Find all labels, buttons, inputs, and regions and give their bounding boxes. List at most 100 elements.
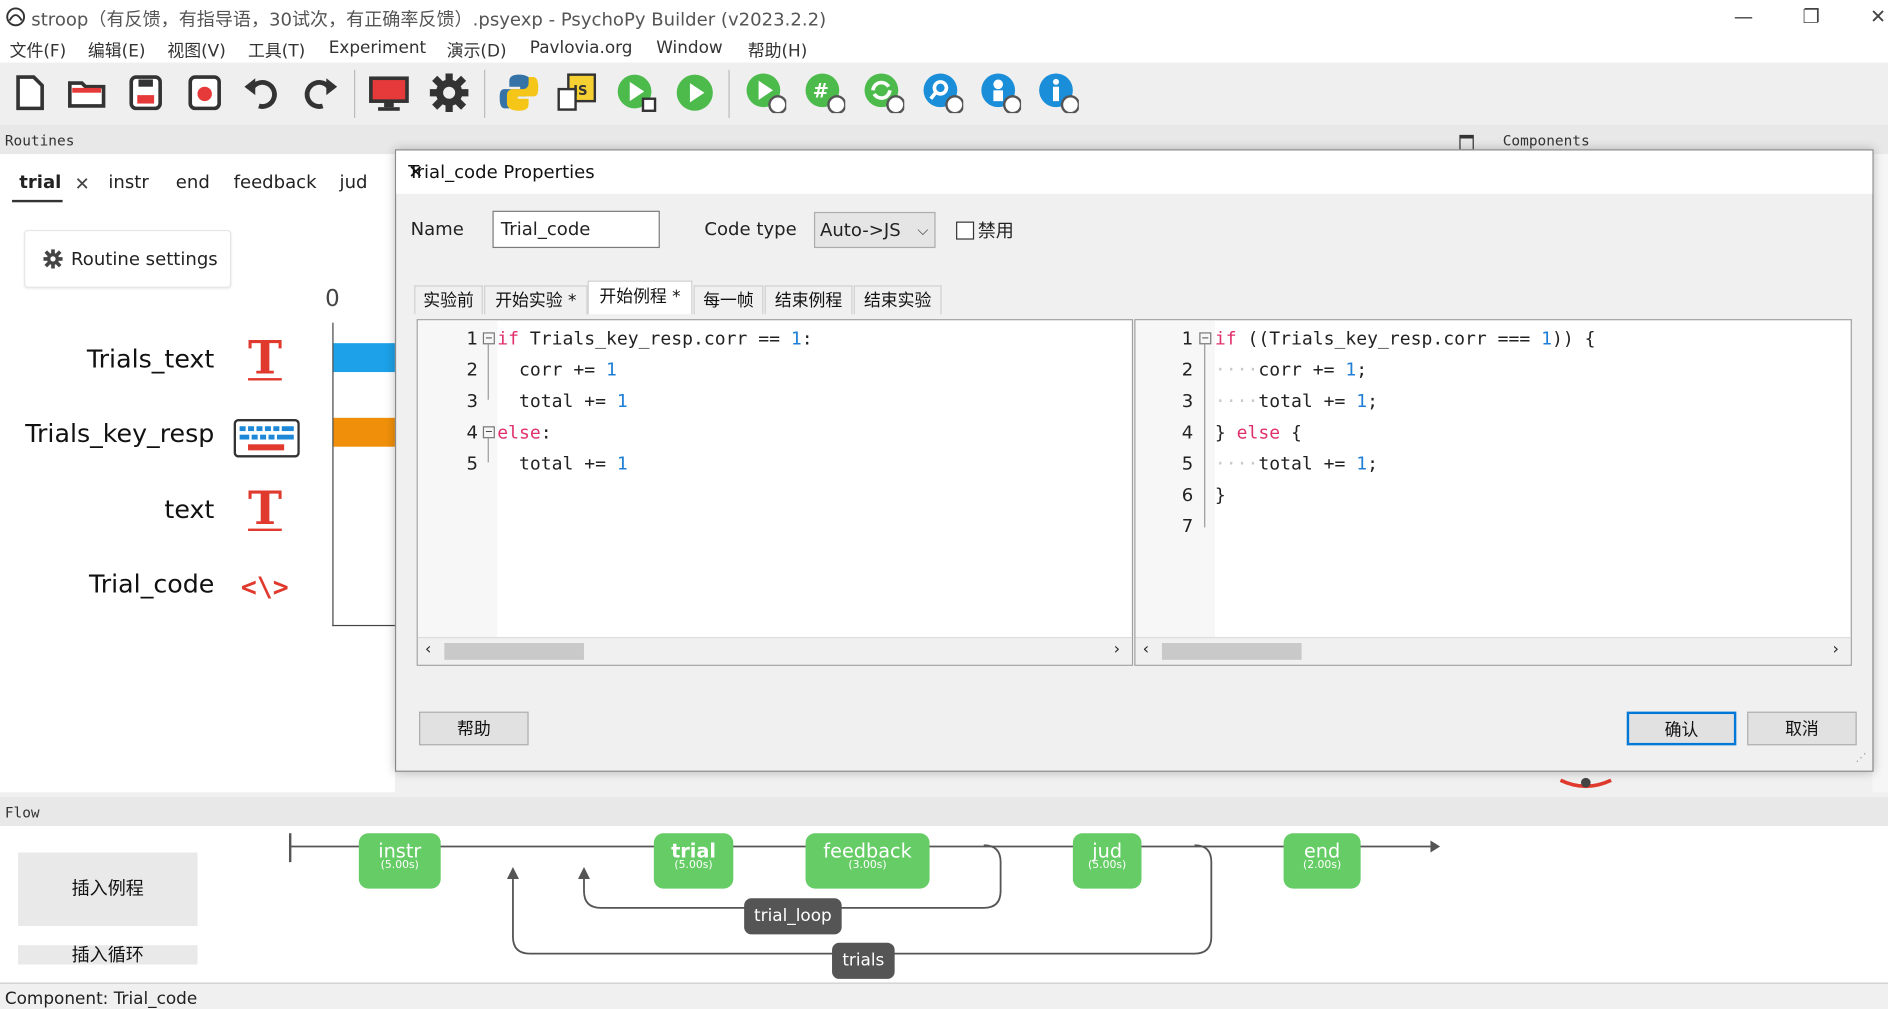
js-code-editor[interactable]: 1 2 3 4 5 6 7 − if ((Trials_key_resp.cor… xyxy=(1134,319,1852,666)
user-icon[interactable] xyxy=(980,72,1022,114)
scrollbar-thumb[interactable] xyxy=(1161,642,1302,660)
component-label[interactable]: Trial_code xyxy=(10,570,215,599)
flow-node-jud[interactable]: jud (5.00s) xyxy=(1072,833,1142,889)
code-type-value: Auto->JS xyxy=(819,219,901,241)
menu-view[interactable]: 视图(V) xyxy=(167,39,225,63)
horizontal-scrollbar[interactable]: ‹ › xyxy=(1135,636,1851,665)
menu-demos[interactable]: 演示(D) xyxy=(447,39,507,63)
dialog-title: Trial_code Properties xyxy=(408,161,595,184)
tab-each-frame[interactable]: 每一帧 xyxy=(693,285,764,315)
recycle-icon[interactable] xyxy=(863,72,905,114)
close-window-button[interactable]: ✕ xyxy=(1870,5,1886,28)
text-T-icon[interactable]: T xyxy=(248,485,283,532)
fold-line xyxy=(1204,344,1206,528)
menu-file[interactable]: 文件(F) xyxy=(10,39,67,63)
monitor-icon[interactable] xyxy=(368,72,409,113)
maximize-panel-icon[interactable] xyxy=(1459,134,1474,151)
tab-before-experiment[interactable]: 实验前 xyxy=(414,285,483,315)
resize-grip-icon[interactable]: ⋰ xyxy=(1856,753,1867,765)
flow-node-instr[interactable]: instr (5.00s) xyxy=(358,833,441,889)
name-input[interactable]: Trial_code xyxy=(492,210,660,249)
flow-node-feedback[interactable]: feedback (3.00s) xyxy=(805,833,930,889)
cancel-button[interactable]: 取消 xyxy=(1747,711,1857,746)
help-button[interactable]: 帮助 xyxy=(419,711,529,746)
tab-trial[interactable]: trial xyxy=(19,171,61,193)
text-T-icon[interactable]: T xyxy=(248,334,283,381)
status-text: Component: Trial_code xyxy=(4,989,198,1009)
component-bar[interactable] xyxy=(333,417,395,447)
fold-line xyxy=(487,438,489,463)
component-label[interactable]: Trials_text xyxy=(10,344,215,373)
restore-button[interactable]: ❐ xyxy=(1803,5,1820,28)
flow-header-bar xyxy=(0,797,1888,827)
tab-end-routine[interactable]: 结束例程 xyxy=(764,285,853,315)
toolbar-separator xyxy=(354,69,356,119)
menu-experiment[interactable]: Experiment xyxy=(329,39,426,58)
properties-dialog: Trial_code Properties ✕ Name Trial_code … xyxy=(394,149,1874,772)
code-icon[interactable]: <\> xyxy=(241,573,289,603)
scrollbar-thumb[interactable] xyxy=(444,642,584,660)
disabled-checkbox[interactable] xyxy=(956,221,975,240)
redo-icon[interactable] xyxy=(299,72,340,113)
info-icon[interactable] xyxy=(1038,72,1079,114)
scroll-left-icon[interactable]: ‹ xyxy=(425,641,431,659)
menu-edit[interactable]: 编辑(E) xyxy=(88,39,146,63)
scroll-right-icon[interactable]: › xyxy=(1833,641,1839,659)
scroll-left-icon[interactable]: ‹ xyxy=(1143,641,1149,659)
menu-window[interactable]: Window xyxy=(656,39,722,58)
component-label[interactable]: Trials_key_resp xyxy=(10,419,215,448)
fold-icon[interactable]: − xyxy=(482,332,495,345)
component-bar[interactable] xyxy=(333,343,395,373)
loop-trials[interactable]: trials xyxy=(832,942,895,979)
keyboard-icon[interactable] xyxy=(233,419,300,458)
run-icon[interactable] xyxy=(674,72,715,113)
run-builder-icon[interactable] xyxy=(616,72,657,113)
routine-settings-button[interactable]: Routine settings xyxy=(24,229,232,288)
fold-line xyxy=(487,344,489,400)
components-header: Components xyxy=(1502,132,1590,150)
flow-node-end[interactable]: end (2.00s) xyxy=(1283,833,1361,889)
open-folder-icon[interactable] xyxy=(66,72,107,113)
ok-button[interactable]: 确认 xyxy=(1626,711,1737,746)
settings-gear-icon[interactable] xyxy=(429,72,470,113)
line-number: 5 xyxy=(1181,452,1194,475)
javascript-icon[interactable]: JS xyxy=(556,72,597,113)
code-type-label: Code type xyxy=(704,217,797,240)
line-number: 5 xyxy=(466,452,479,475)
search-icon[interactable] xyxy=(922,72,964,114)
dialog-close-icon[interactable]: ✕ xyxy=(408,161,423,183)
undo-icon[interactable] xyxy=(242,72,283,113)
save-as-icon[interactable] xyxy=(184,72,225,113)
tab-jud[interactable]: jud xyxy=(340,171,368,193)
code-type-select[interactable]: Auto->JS ⌵ xyxy=(813,211,936,249)
python-icon[interactable] xyxy=(498,72,539,113)
tab-end[interactable]: end xyxy=(176,171,210,193)
close-tab-icon[interactable]: ✕ xyxy=(75,173,90,195)
tab-begin-routine[interactable]: 开始例程 * xyxy=(587,280,693,315)
line-number: 2 xyxy=(466,358,479,381)
fold-icon[interactable]: − xyxy=(482,426,495,439)
pilot-online-icon[interactable] xyxy=(745,72,787,114)
python-code-editor[interactable]: 1 2 3 4 5 − − if Trials_key_resp.corr ==… xyxy=(416,319,1134,666)
flow-header: Flow xyxy=(4,804,40,822)
menu-help[interactable]: 帮助(H) xyxy=(748,39,808,63)
flow-node-trial[interactable]: trial (5.00s) xyxy=(653,833,734,889)
routines-header: Routines xyxy=(4,132,75,150)
scroll-right-icon[interactable]: › xyxy=(1114,641,1120,659)
loop-trial-loop[interactable]: trial_loop xyxy=(744,898,842,935)
sync-icon[interactable]: # xyxy=(804,72,846,114)
timeline-axis-bottom xyxy=(332,624,395,627)
menu-tools[interactable]: 工具(T) xyxy=(248,39,305,63)
fold-icon[interactable]: − xyxy=(1199,332,1212,345)
new-file-icon[interactable] xyxy=(10,72,51,113)
horizontal-scrollbar[interactable]: ‹ › xyxy=(417,636,1132,665)
save-icon[interactable] xyxy=(125,72,166,113)
component-label[interactable]: text xyxy=(10,495,215,524)
tab-end-experiment[interactable]: 结束实验 xyxy=(853,285,942,315)
minimize-button[interactable]: — xyxy=(1734,5,1753,28)
code-line: ····total += 1; xyxy=(1214,390,1379,412)
menu-pavlovia[interactable]: Pavlovia.org xyxy=(530,39,633,58)
tab-begin-experiment[interactable]: 开始实验 * xyxy=(484,285,588,315)
tab-instr[interactable]: instr xyxy=(108,171,148,193)
tab-feedback[interactable]: feedback xyxy=(234,171,317,193)
